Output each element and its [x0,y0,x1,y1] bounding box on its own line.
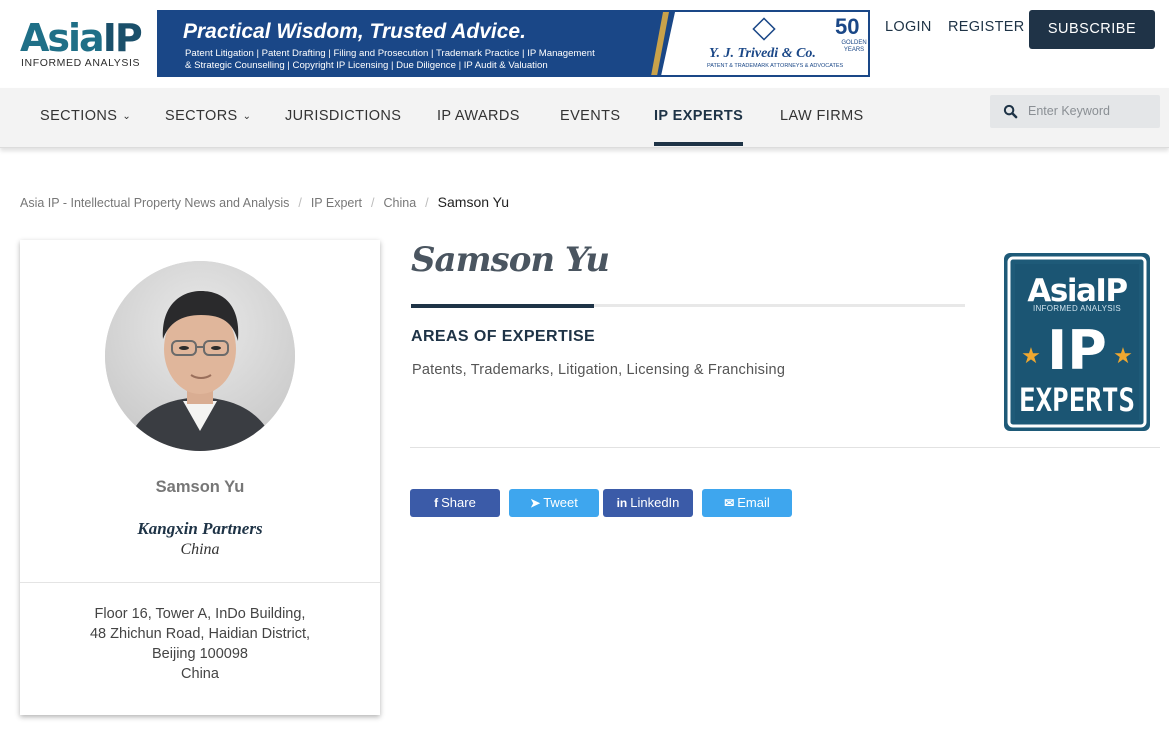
avatar [105,261,295,451]
register-link[interactable]: REGISTER [948,19,1025,35]
main-nav: SECTIONS ⌄ SECTORS ⌄ JURISDICTIONS IP AWAR… [0,88,1169,148]
breadcrumb-home[interactable]: Asia IP - Intellectual Property News and… [20,196,289,210]
breadcrumb-ip-expert[interactable]: IP Expert [311,196,362,210]
search-box [990,95,1160,128]
nav-sectors[interactable]: SECTORS ⌄ [165,108,251,147]
logo-tagline: INFORMED ANALYSIS [21,57,141,69]
chevron-down-icon: ⌄ [122,111,132,122]
nav-ip-experts[interactable]: IP EXPERTS [654,108,744,147]
title-underline-accent [411,304,594,308]
anniversary-number: 50 [835,14,860,39]
firm-emblem-icon [752,17,776,41]
breadcrumb-china[interactable]: China [384,196,417,210]
nav-law-firms[interactable]: LAW FIRMS [780,108,864,147]
facebook-icon: f [434,496,439,510]
envelope-icon: ✉ [724,496,735,510]
expertise-heading: AREAS OF EXPERTISE [411,328,596,345]
search-input[interactable] [1028,100,1154,122]
svg-text:INFORMED ANALYSIS: INFORMED ANALYSIS [1033,304,1121,313]
linkedin-icon: in [616,496,628,510]
banner-firm-panel: Y. J. Trivedi & Co. PATENT & TRADEMARK A… [661,12,868,75]
svg-text:IP: IP [1047,319,1107,382]
site-logo[interactable]: AsiaIP INFORMED ANALYSIS [20,18,145,72]
expertise-list: Patents, Trademarks, Litigation, Licensi… [412,362,786,378]
logo-wordmark: AsiaIP [20,16,143,60]
breadcrumb-separator: / [425,196,429,210]
banner-title: Practical Wisdom, Trusted Advice. [183,20,526,43]
chevron-down-icon: ⌄ [242,111,252,122]
login-link[interactable]: LOGIN [885,19,932,35]
portrait-illustration [105,261,295,451]
banner-services: Patent Litigation | Patent Drafting | Fi… [185,48,595,71]
nav-sections[interactable]: SECTIONS ⌄ [40,108,131,147]
profile-firm-link[interactable]: Kangxin Partners [20,519,380,539]
svg-text:EXPERTS: EXPERTS [1019,381,1135,419]
breadcrumb-separator: / [371,196,375,210]
breadcrumb-current: Samson Yu [437,194,510,210]
site-header: AsiaIP INFORMED ANALYSIS Practical Wisdo… [0,0,1169,88]
email-share-button[interactable]: ✉ Email [702,489,792,517]
page-title: Samson Yu [411,240,610,280]
breadcrumb-separator: / [298,196,302,210]
star-icon: ★ [1113,344,1133,369]
star-icon: ★ [1021,344,1041,369]
banner-firm-tag: PATENT & TRADEMARK ATTORNEYS & ADVOCATES [707,63,844,69]
ip-experts-badge: AsiaIP INFORMED ANALYSIS IP ★ ★ EXPERTS [1004,253,1150,431]
profile-address: Floor 16, Tower A, InDo Building, 48 Zhi… [89,606,311,682]
facebook-share-button[interactable]: f Share [410,489,500,517]
banner-firm-name: Y. J. Trivedi & Co. [709,46,816,61]
profile-card: Samson Yu Kangxin Partners China Floor 1… [20,240,380,715]
content-divider [410,447,1160,448]
nav-jurisdictions[interactable]: JURISDICTIONS [285,108,401,147]
twitter-share-button[interactable]: ➤ Tweet [509,489,599,517]
linkedin-share-button[interactable]: in LinkedIn [603,489,693,517]
profile-name: Samson Yu [155,478,245,496]
profile-country: China [180,541,220,558]
breadcrumb: Asia IP - Intellectual Property News and… [20,194,509,210]
subscribe-button[interactable]: SUBSCRIBE [1029,10,1155,49]
twitter-icon: ➤ [530,496,541,510]
advertisement-banner[interactable]: Practical Wisdom, Trusted Advice. Patent… [157,10,870,77]
nav-ip-awards[interactable]: IP AWARDS [437,108,520,147]
anniversary-text: GOLDEN YEARS [841,40,867,53]
nav-events[interactable]: EVENTS [560,108,620,147]
account-links: LOGIN REGISTER [885,19,1037,35]
search-icon[interactable] [1003,104,1018,119]
card-divider [20,582,380,583]
